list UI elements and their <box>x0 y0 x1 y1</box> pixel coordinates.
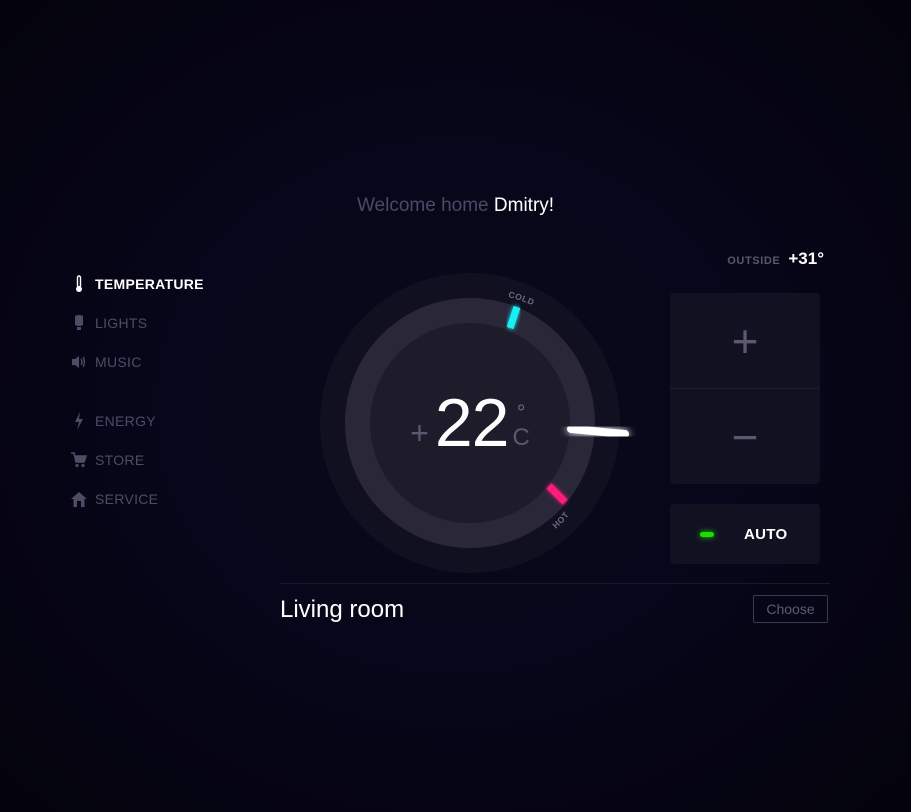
welcome-prefix: Welcome home <box>356 195 489 216</box>
nav-item-service[interactable]: SERVICE <box>70 490 158 508</box>
nav-label: SERVICE <box>95 491 159 507</box>
temperature-readout: + 22 ° C <box>320 273 620 573</box>
welcome-message: Welcome home Dmitry! <box>0 195 911 217</box>
thermostat-page: TEMPERATURE LIGHTS MUSIC ENERGY STORE SE… <box>0 0 911 812</box>
temperature-sign: + <box>410 414 429 451</box>
plus-icon: + <box>731 314 759 367</box>
cart-icon <box>70 451 87 469</box>
temperature-value: 22 <box>434 385 510 461</box>
speaker-icon <box>70 353 87 371</box>
nav-item-temperature[interactable]: TEMPERATURE <box>70 275 204 293</box>
minus-icon: − <box>731 410 759 463</box>
decrease-button[interactable]: − <box>670 389 820 484</box>
auto-mode-toggle[interactable]: AUTO <box>670 504 820 564</box>
celsius-unit: C <box>512 424 530 451</box>
bolt-icon <box>70 412 87 430</box>
status-led <box>700 531 714 537</box>
auto-label: AUTO <box>744 525 788 543</box>
outside-value: +31° <box>788 249 824 268</box>
nav-label: TEMPERATURE <box>95 276 204 292</box>
nav-item-store[interactable]: STORE <box>70 451 144 469</box>
increase-button[interactable]: + <box>670 293 820 389</box>
house-icon <box>70 490 87 508</box>
outside-temperature: OUTSIDE +31° <box>727 249 824 269</box>
bulb-icon <box>70 314 87 332</box>
nav-item-energy[interactable]: ENERGY <box>70 412 156 430</box>
nav-label: LIGHTS <box>95 315 148 331</box>
nav-label: MUSIC <box>95 354 142 370</box>
outside-label: OUTSIDE <box>727 255 781 267</box>
temperature-units: ° C <box>512 402 529 450</box>
temperature-stepper: + − <box>670 293 820 484</box>
choose-room-button[interactable]: Choose <box>753 595 828 623</box>
nav-item-music[interactable]: MUSIC <box>70 353 142 371</box>
nav-item-lights[interactable]: LIGHTS <box>70 314 147 332</box>
room-name: Living room <box>280 596 405 623</box>
thermometer-icon <box>70 275 87 293</box>
nav-label: STORE <box>95 452 145 468</box>
user-name: Dmitry! <box>493 195 555 216</box>
thermostat-dial[interactable]: COLD HOT + 22 ° C <box>320 273 629 573</box>
divider <box>280 583 830 584</box>
degree-symbol: ° <box>516 400 526 425</box>
nav-label: ENERGY <box>95 413 156 429</box>
